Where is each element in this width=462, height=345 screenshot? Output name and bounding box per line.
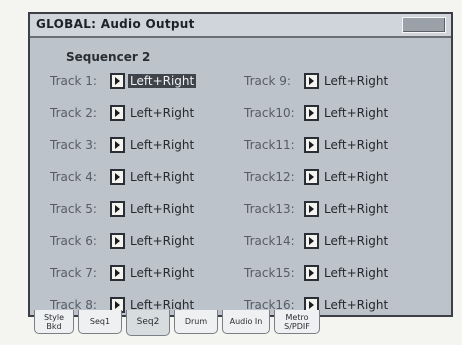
popup-arrow-icon[interactable] [110, 201, 125, 217]
track-output-value[interactable]: Left+Right [322, 298, 390, 312]
track-label: Track13: [244, 202, 295, 216]
track-output-value[interactable]: Left+Right [128, 74, 197, 88]
audio-output-panel: GLOBAL: Audio Output Sequencer 2 Track 1… [28, 12, 453, 317]
track-label: Track10: [244, 106, 295, 120]
tab-seq2[interactable]: Seq2 [126, 310, 170, 336]
popup-arrow-icon[interactable] [304, 105, 319, 121]
track-row-14[interactable]: Track14: Left+Right [244, 230, 390, 252]
track-output-value[interactable]: Left+Right [322, 138, 390, 152]
popup-arrow-icon[interactable] [110, 265, 125, 281]
track-row-5[interactable]: Track 5: Left+Right [50, 198, 196, 220]
popup-arrow-icon[interactable] [304, 169, 319, 185]
track-row-13[interactable]: Track13: Left+Right [244, 198, 390, 220]
popup-arrow-icon[interactable] [110, 233, 125, 249]
popup-arrow-icon[interactable] [304, 201, 319, 217]
track-output-value[interactable]: Left+Right [128, 266, 196, 280]
track-output-value[interactable]: Left+Right [322, 234, 390, 248]
page-menu-button[interactable] [402, 17, 446, 33]
track-output-value[interactable]: Left+Right [128, 234, 196, 248]
track-row-4[interactable]: Track 4: Left+Right [50, 166, 196, 188]
track-row-3[interactable]: Track 3: Left+Right [50, 134, 196, 156]
track-label: Track12: [244, 170, 295, 184]
tab-style-bkd[interactable]: Style Bkd [34, 310, 74, 334]
track-label: Track 7: [50, 266, 97, 280]
tab-seq1[interactable]: Seq1 [78, 310, 122, 334]
popup-arrow-icon[interactable] [110, 105, 125, 121]
section-label: Sequencer 2 [66, 50, 151, 64]
tab-metro-spdif[interactable]: Metro S/PDIF [274, 310, 320, 334]
track-label: Track 9: [244, 74, 291, 88]
track-row-6[interactable]: Track 6: Left+Right [50, 230, 196, 252]
track-row-15[interactable]: Track15: Left+Right [244, 262, 390, 284]
tab-drum[interactable]: Drum [174, 310, 218, 334]
popup-arrow-icon[interactable] [304, 137, 319, 153]
popup-arrow-icon[interactable] [304, 73, 319, 89]
popup-arrow-icon[interactable] [110, 169, 125, 185]
track-output-value[interactable]: Left+Right [322, 170, 390, 184]
track-label: Track 5: [50, 202, 97, 216]
tab-audio-in[interactable]: Audio In [222, 310, 270, 334]
track-label: Track 6: [50, 234, 97, 248]
page-tabs: Style Bkd Seq1 Seq2 Drum Audio In Metro … [34, 310, 324, 338]
track-output-value[interactable]: Left+Right [128, 138, 196, 152]
track-row-7[interactable]: Track 7: Left+Right [50, 262, 196, 284]
track-output-value[interactable]: Left+Right [128, 106, 196, 120]
track-output-value[interactable]: Left+Right [322, 202, 390, 216]
popup-arrow-icon[interactable] [110, 137, 125, 153]
track-row-2[interactable]: Track 2: Left+Right [50, 102, 196, 124]
track-row-12[interactable]: Track12: Left+Right [244, 166, 390, 188]
track-row-1[interactable]: Track 1: Left+Right [50, 70, 197, 92]
track-label: Track 2: [50, 106, 97, 120]
track-output-value[interactable]: Left+Right [128, 202, 196, 216]
track-label: Track14: [244, 234, 295, 248]
track-label: Track15: [244, 266, 295, 280]
track-label: Track 1: [50, 74, 97, 88]
title-bar: GLOBAL: Audio Output [30, 14, 451, 38]
track-label: Track11: [244, 138, 295, 152]
track-output-value[interactable]: Left+Right [322, 106, 390, 120]
popup-arrow-icon[interactable] [110, 73, 125, 89]
track-row-11[interactable]: Track11: Left+Right [244, 134, 390, 156]
track-label: Track 4: [50, 170, 97, 184]
track-row-9[interactable]: Track 9: Left+Right [244, 70, 390, 92]
popup-arrow-icon[interactable] [304, 265, 319, 281]
page-title: GLOBAL: Audio Output [36, 17, 195, 31]
track-output-value[interactable]: Left+Right [128, 170, 196, 184]
track-row-10[interactable]: Track10: Left+Right [244, 102, 390, 124]
popup-arrow-icon[interactable] [304, 233, 319, 249]
track-label: Track 3: [50, 138, 97, 152]
track-output-value[interactable]: Left+Right [322, 266, 390, 280]
track-output-value[interactable]: Left+Right [322, 74, 390, 88]
